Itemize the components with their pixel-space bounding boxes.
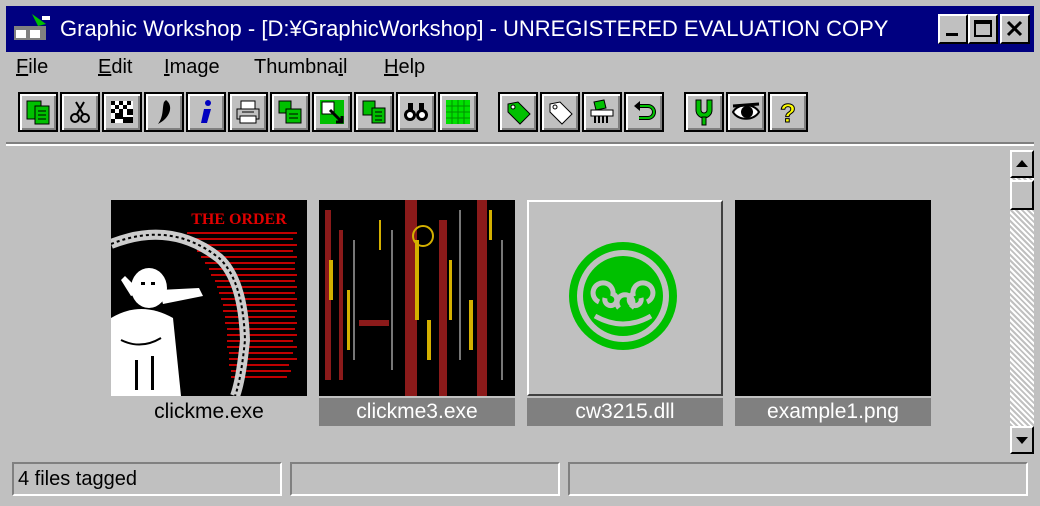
maximize-icon — [974, 20, 992, 37]
thumbnail-label[interactable]: cw3215.dll — [527, 398, 723, 426]
print-button[interactable] — [228, 92, 268, 132]
find-button[interactable] — [396, 92, 436, 132]
artwork-heading: THE ORDER — [191, 211, 287, 228]
copy-button[interactable] — [18, 92, 58, 132]
scissors-icon — [70, 101, 90, 123]
untag-icon — [549, 101, 573, 125]
binoculars-icon — [404, 103, 428, 121]
status-bar: 4 files tagged — [6, 458, 1034, 500]
menu-help[interactable]: Help — [384, 56, 425, 79]
convert-icon — [362, 100, 386, 124]
thumbnail-label[interactable]: clickme.exe — [111, 398, 307, 426]
status-pane-3 — [568, 462, 1028, 496]
paste-button[interactable] — [270, 92, 310, 132]
dither-button[interactable] — [102, 92, 142, 132]
minimize-icon — [946, 33, 958, 36]
app-window: Graphic Workshop - [D:¥GraphicWorkshop] … — [0, 0, 1040, 506]
scroll-up-button[interactable] — [1010, 150, 1034, 178]
scroll-down-button[interactable] — [1010, 426, 1034, 454]
chili-icon — [158, 100, 171, 124]
menu-image[interactable]: Image — [164, 56, 220, 79]
crop-button[interactable] — [312, 92, 352, 132]
menu-thumbnail[interactable]: Thumbnail — [254, 56, 347, 79]
the-order-artwork: THE ORDER — [111, 200, 307, 396]
arrow-down-icon — [1016, 437, 1028, 444]
thumbnail-view[interactable]: THE ORDER clickme.exe clickme3.exe cw321… — [6, 150, 1010, 454]
maximize-button[interactable] — [968, 14, 998, 44]
toolbar-divider — [6, 142, 1034, 146]
sharpen-button[interactable] — [144, 92, 184, 132]
printer-icon — [236, 100, 260, 124]
thumbnail-label[interactable]: clickme3.exe — [319, 398, 515, 426]
paste-icon — [278, 100, 302, 124]
undo-button[interactable] — [624, 92, 664, 132]
thumbnail-image-clickme3[interactable] — [319, 200, 515, 396]
tuning-fork-icon — [695, 99, 713, 126]
status-tagged-count: 4 files tagged — [12, 462, 282, 496]
dark-artwork — [319, 200, 515, 396]
copy-tool-icon — [26, 100, 50, 125]
tag-icon — [507, 101, 531, 125]
help-button[interactable]: ? — [768, 92, 808, 132]
toolbar: ? — [6, 86, 1034, 140]
untag-button[interactable] — [540, 92, 580, 132]
dither-icon — [111, 101, 133, 123]
thumbnail-image-example1[interactable] — [735, 200, 931, 396]
spiral-logo-icon — [569, 242, 677, 350]
undo-icon — [634, 101, 656, 120]
eye-icon — [732, 102, 760, 120]
cut-button[interactable] — [60, 92, 100, 132]
help-icon: ? — [780, 98, 797, 126]
window-title: Graphic Workshop - [D:¥GraphicWorkshop] … — [60, 16, 889, 41]
minimize-button[interactable] — [938, 14, 968, 44]
info-icon — [201, 100, 211, 123]
setup-button[interactable] — [684, 92, 724, 132]
thumbnail-label[interactable]: example1.png — [735, 398, 931, 426]
app-icon — [14, 14, 50, 40]
thumbnail-image-cw3215[interactable] — [527, 200, 723, 396]
shredder-icon — [590, 99, 614, 123]
close-button[interactable] — [1000, 14, 1030, 44]
close-icon — [1006, 20, 1023, 37]
view-button[interactable] — [726, 92, 766, 132]
info-button[interactable] — [186, 92, 226, 132]
scroll-thumb[interactable] — [1010, 180, 1034, 210]
arrow-up-icon — [1016, 160, 1028, 167]
title-bar[interactable]: Graphic Workshop - [D:¥GraphicWorkshop] … — [6, 6, 1034, 52]
tag-button[interactable] — [498, 92, 538, 132]
menu-edit[interactable]: Edit — [98, 56, 132, 79]
menu-bar: File Edit Image Thumbnail Help — [6, 52, 1034, 86]
svg-text:?: ? — [780, 98, 796, 126]
grid-icon — [446, 100, 470, 124]
thumbnail-grid-button[interactable] — [438, 92, 478, 132]
vertical-scrollbar[interactable] — [1010, 150, 1034, 454]
delete-button[interactable] — [582, 92, 622, 132]
crop-icon — [320, 100, 344, 124]
convert-button[interactable] — [354, 92, 394, 132]
menu-file[interactable]: File — [16, 56, 48, 79]
status-pane-2 — [290, 462, 560, 496]
thumbnail-image-clickme[interactable]: THE ORDER — [111, 200, 307, 396]
